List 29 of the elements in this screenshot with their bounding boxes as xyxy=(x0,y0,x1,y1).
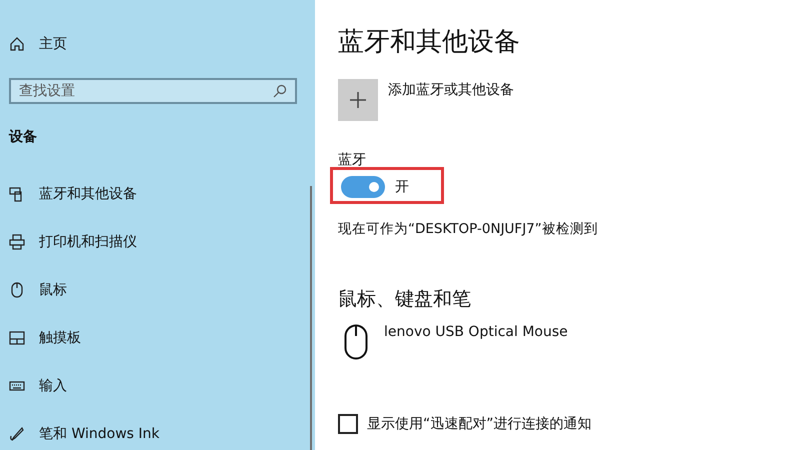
touchpad-icon xyxy=(9,330,25,346)
discoverable-text: 现在可作为“DESKTOP-0NJUFJ7”被检测到 xyxy=(338,220,598,238)
bluetooth-label: 蓝牙 xyxy=(338,151,366,169)
mouse-icon xyxy=(344,324,368,360)
printer-icon xyxy=(9,234,25,250)
sidebar-item[interactable]: 蓝牙和其他设备 xyxy=(39,185,137,203)
mouse-icon xyxy=(9,282,25,298)
plus-icon xyxy=(349,91,367,109)
page-title: 蓝牙和其他设备 xyxy=(338,26,520,59)
sidebar-item[interactable]: 鼠标 xyxy=(39,281,67,299)
sidebar-item[interactable]: 触摸板 xyxy=(39,329,81,347)
add-device-label[interactable]: 添加蓝牙或其他设备 xyxy=(388,81,514,99)
home-link[interactable]: 主页 xyxy=(39,35,67,53)
device-name[interactable]: lenovo USB Optical Mouse xyxy=(384,324,568,340)
sidebar-item[interactable]: 笔和 Windows Ink xyxy=(39,425,160,443)
toggle-state: 开 xyxy=(395,178,409,196)
section-heading: 鼠标、键盘和笔 xyxy=(338,287,471,312)
scrollbar[interactable] xyxy=(310,186,312,450)
section-heading: 设备 xyxy=(9,128,38,146)
sidebar-item[interactable]: 打印机和扫描仪 xyxy=(39,233,137,251)
search-field[interactable]: 查找设置 xyxy=(9,78,297,104)
search-placeholder: 查找设置 xyxy=(19,82,75,100)
checkbox[interactable] xyxy=(338,414,358,434)
search-icon[interactable] xyxy=(273,84,287,98)
home-icon[interactable] xyxy=(9,36,25,52)
sidebar-item[interactable]: 输入 xyxy=(39,377,67,395)
pen-icon xyxy=(9,426,25,442)
bluetooth-toggle[interactable] xyxy=(341,176,385,198)
checkbox-label[interactable]: 显示使用“迅速配对”进行连接的通知 xyxy=(367,415,592,433)
